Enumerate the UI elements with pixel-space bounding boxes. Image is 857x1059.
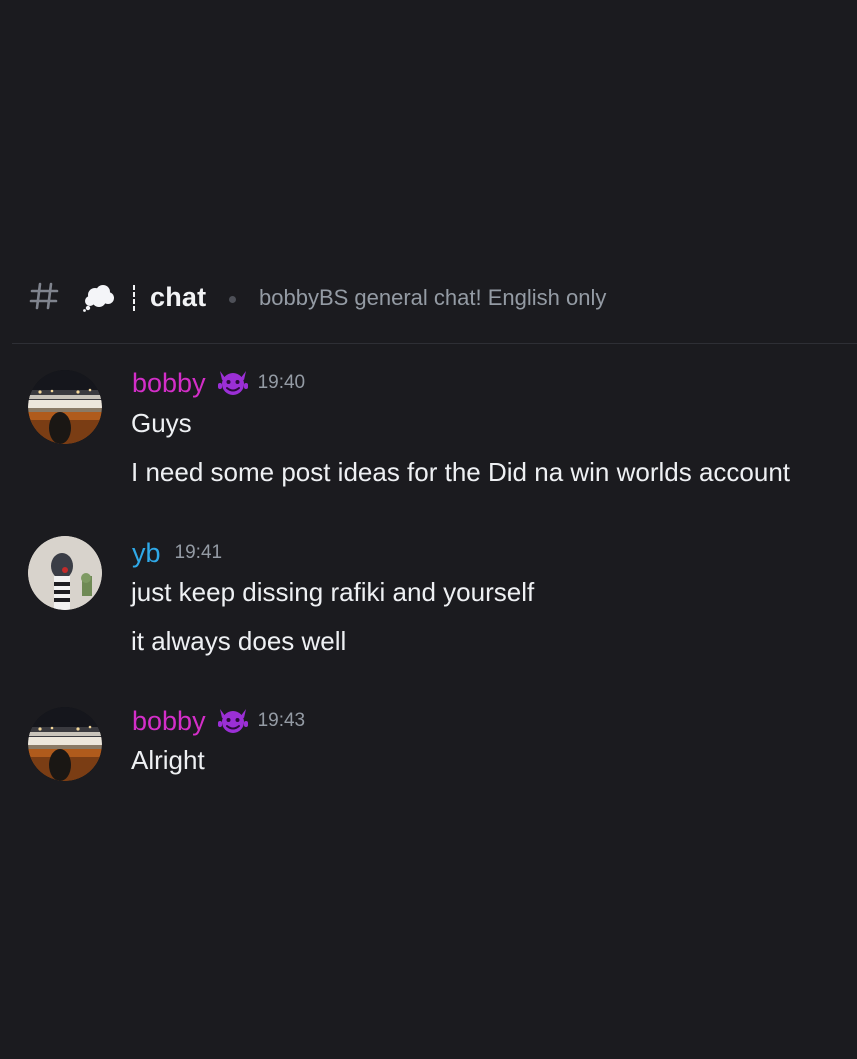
channel-separator-icon: [133, 285, 135, 311]
header-dot-separator: [229, 296, 236, 303]
timestamp[interactable]: 19:43: [258, 710, 306, 732]
username[interactable]: bobby: [132, 706, 206, 737]
message-header: bobby 19:40: [132, 366, 305, 400]
message-text: Alright: [131, 745, 205, 775]
hashtag-icon: [29, 282, 59, 310]
timestamp[interactable]: 19:40: [258, 372, 306, 394]
channel-header: chat bobbyBS general chat! English only: [0, 270, 857, 328]
message-text: I need some post ideas for the Did na wi…: [131, 457, 791, 487]
purple-devil-icon: [217, 709, 248, 733]
message-header: yb 19:41: [132, 536, 222, 570]
channel-name[interactable]: chat: [150, 282, 206, 313]
message-text: it always does well: [131, 626, 347, 656]
username[interactable]: yb: [132, 538, 161, 569]
avatar[interactable]: [28, 370, 102, 444]
avatar[interactable]: [28, 536, 102, 610]
message-text: Guys: [131, 408, 192, 438]
channel-topic[interactable]: bobbyBS general chat! English only: [259, 285, 606, 311]
thought-balloon-icon: [83, 285, 114, 312]
purple-devil-icon: [217, 371, 248, 395]
message-header: bobby 19:43: [132, 704, 305, 738]
chat-screen: chat bobbyBS general chat! English only: [0, 0, 857, 1059]
header-divider: [12, 343, 857, 344]
username[interactable]: bobby: [132, 368, 206, 399]
message-text: just keep dissing rafiki and yourself: [131, 577, 535, 607]
avatar[interactable]: [28, 707, 102, 781]
timestamp[interactable]: 19:41: [175, 542, 223, 564]
